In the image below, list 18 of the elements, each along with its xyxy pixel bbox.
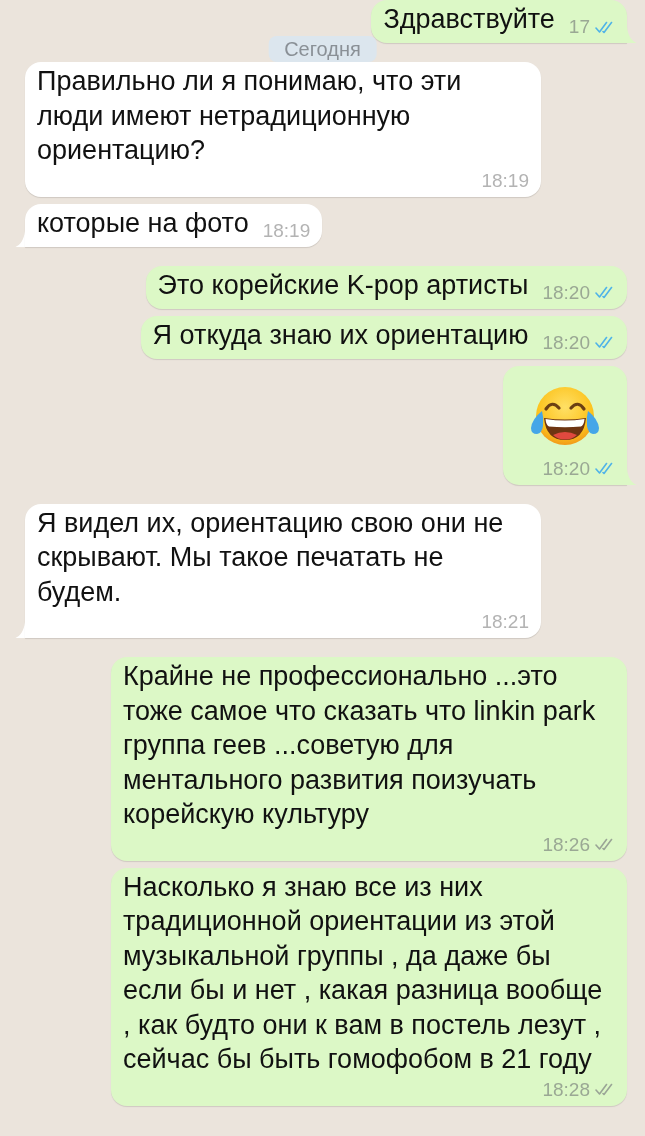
- message-time: 18:20: [542, 282, 590, 303]
- message-text: Крайне не профессионально ...это тоже самое что сказать что linkin park группа геев ...советую для ментального развития поизучать корейскую культуру: [123, 660, 597, 831]
- message-text: которые на фото: [37, 206, 249, 240]
- message-text: Это корейские K-pop артисты: [157, 268, 529, 302]
- message-text: Я видел их, ориентацию свою они не скрывают. Мы такое печатать не будем.: [37, 506, 505, 609]
- date-chip: Сегодня: [268, 36, 377, 62]
- message-text: Правильно ли я понимаю, что эти люди имеют нетрадиционную ориентацию?: [37, 65, 463, 167]
- message-time: 18:20: [542, 458, 590, 479]
- message-text: Я откуда знаю их ориентацию: [152, 318, 529, 352]
- message-time: 18:19: [481, 170, 529, 191]
- message-text: Здравствуйте: [383, 3, 555, 36]
- message-time: 18:26: [542, 834, 590, 855]
- message-time: 18:21: [481, 612, 529, 632]
- message-time: 17: [568, 17, 590, 37]
- message-time: 18:19: [262, 220, 311, 241]
- message-time: 18:20: [542, 332, 590, 353]
- message-text: Насколько я знаю все из них традиционной ориентации из этой музыкальной группы , да даже бы если бы и нет , какая разница вообще , как будто они к вам в постель лезут , сейчас бы быть гомофобом в 21 году: [123, 870, 604, 1076]
- message-time: 18:28: [542, 1079, 590, 1100]
